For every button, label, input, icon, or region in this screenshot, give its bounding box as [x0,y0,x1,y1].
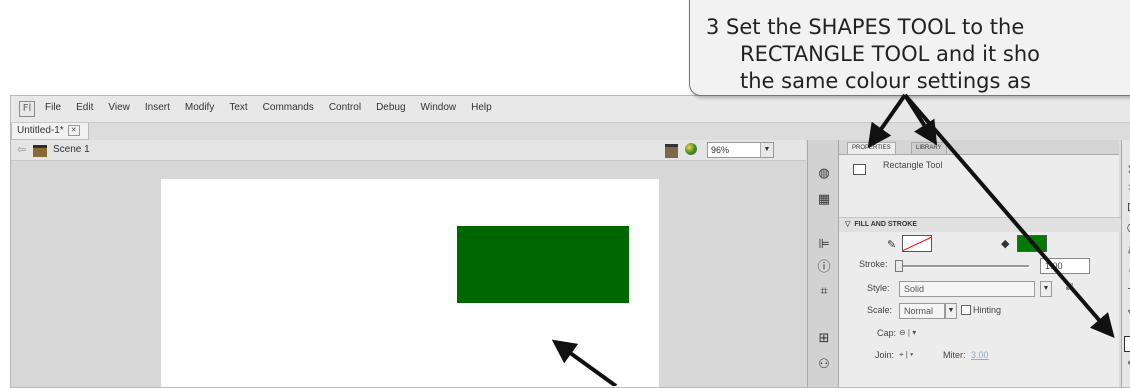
arrow-to-rectangle-tool [903,93,1115,339]
annotation-arrows [551,93,1115,386]
arrow-to-stroke-swatch [867,93,907,149]
arrow-to-rectangle [551,339,618,386]
